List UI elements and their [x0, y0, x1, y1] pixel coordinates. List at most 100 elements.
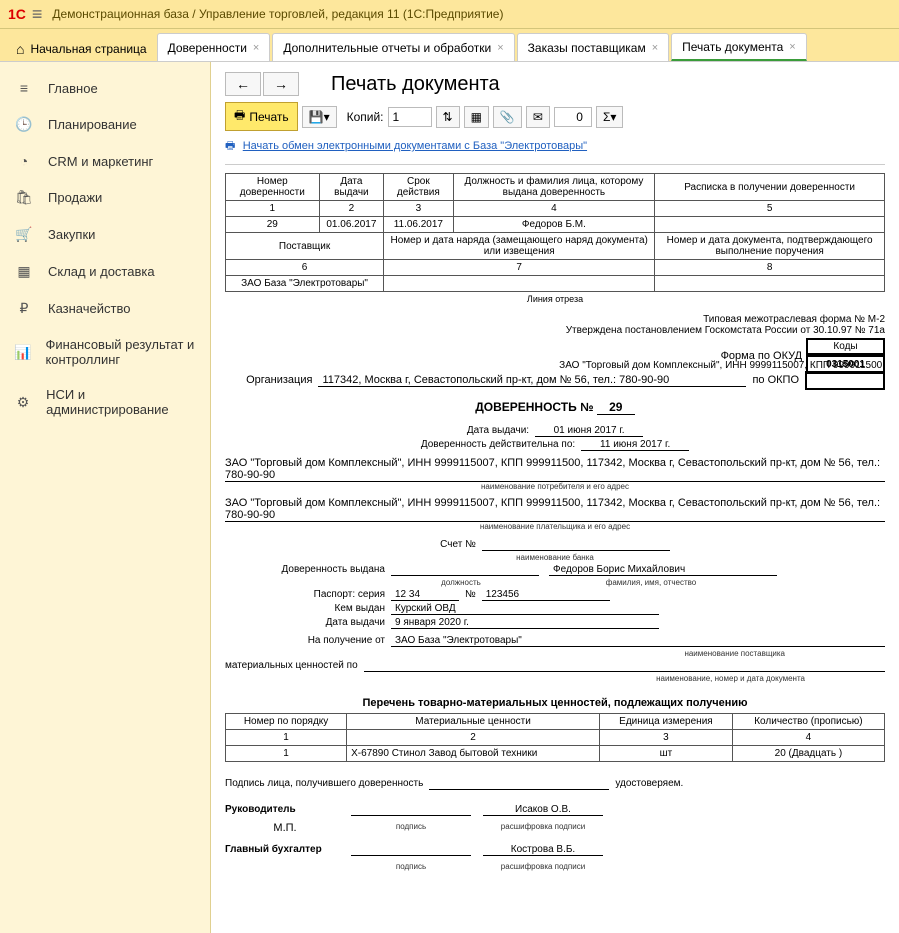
sidebar-icon: ₽ — [14, 300, 34, 317]
items-table: Номер по порядкуМатериальные ценностиЕди… — [225, 713, 885, 762]
org-line1: ЗАО "Торговый дом Комплексный", ИНН 9999… — [559, 360, 885, 371]
print-button[interactable]: 🖶 Печать — [225, 102, 298, 131]
copies-label: Копий: — [347, 110, 384, 124]
consumer-line: ЗАО "Торговый дом Комплексный", ИНН 9999… — [225, 457, 885, 482]
close-icon[interactable]: × — [652, 42, 658, 54]
sidebar-label: Склад и доставка — [48, 264, 155, 279]
tab-label: Печать документа — [682, 40, 783, 54]
exchange-link[interactable]: Начать обмен электронными документами с … — [243, 140, 587, 152]
payer-cap: наименование плательщика и его адрес — [225, 522, 885, 531]
tabbar: ⌂ Начальная страница Доверенности×Дополн… — [0, 29, 899, 62]
acc-label: Главный бухгалтер — [225, 844, 345, 855]
head-name: Исаков О.В. — [483, 804, 603, 816]
main-content: ← → Печать документа 🖶 Печать 💾▾ Копий: … — [211, 62, 899, 933]
nav-forward-button[interactable]: → — [263, 72, 299, 96]
sidebar-label: Казначейство — [48, 301, 130, 316]
hamburger-icon[interactable]: ≡ — [32, 4, 43, 25]
save-button[interactable]: 💾▾ — [302, 106, 337, 128]
issue-label: Дата выдачи: — [467, 425, 529, 436]
attach-button[interactable]: 📎 — [493, 106, 522, 128]
tab-label: Доверенности — [168, 41, 247, 55]
document-preview: Номер доверенностиДата выдачиСрок действ… — [225, 164, 885, 871]
mail-button[interactable]: ✉ — [526, 106, 550, 128]
sidebar-icon: ⚙ — [14, 394, 32, 411]
tab-label: Заказы поставщикам — [528, 41, 646, 55]
print-label: Печать — [249, 110, 288, 124]
sidebar-item[interactable]: ▦ Склад и доставка — [0, 253, 210, 290]
sidebar-item[interactable]: ₽ Казначейство — [0, 290, 210, 327]
mp: М.П. — [225, 822, 345, 834]
sum-display: 0 — [554, 107, 592, 127]
app-logo-icon: 1C — [8, 6, 26, 22]
sidebar-label: НСИ и администрирование — [46, 387, 196, 417]
sidebar-label: Продажи — [48, 190, 102, 205]
close-icon[interactable]: × — [497, 42, 503, 54]
sidebar-icon: ≡ — [14, 80, 34, 96]
sidebar-label: CRM и маркетинг — [48, 154, 153, 169]
person: Федоров Борис Михайлович — [549, 564, 777, 576]
passport-series: 12 34 — [391, 589, 459, 601]
sidebar-icon: 🛒 — [14, 226, 34, 243]
tab[interactable]: Заказы поставщикам × — [517, 33, 669, 61]
mat-label: материальных ценностей по — [225, 660, 358, 671]
issued-label: Доверенность выдана — [225, 564, 385, 575]
payer-line: ЗАО "Торговый дом Комплексный", ИНН 9999… — [225, 497, 885, 522]
stub-table: Номер доверенностиДата выдачиСрок действ… — [225, 173, 885, 292]
position-cap: должность — [391, 578, 531, 587]
nav-back-button[interactable]: ← — [225, 72, 261, 96]
exchange-link-row: 🖶 Начать обмен электронными документами … — [225, 137, 885, 156]
home-icon: ⌂ — [16, 41, 24, 57]
okpo-value — [805, 371, 885, 390]
passport-num-label: № — [465, 589, 476, 600]
sidebar-item[interactable]: 🕒Планирование — [0, 106, 210, 143]
head-label: Руководитель — [225, 804, 345, 815]
supplier-cap: наименование поставщика — [225, 649, 885, 658]
account-label: Счет № — [440, 539, 476, 550]
org-line2: 117342, Москва г, Севастопольский пр-кт,… — [318, 374, 746, 387]
copies-input[interactable] — [388, 107, 432, 127]
sidebar-icon: 🛍 — [14, 189, 34, 206]
tab-label: Дополнительные отчеты и обработки — [283, 41, 491, 55]
sig-label: Подпись лица, получившего доверенность — [225, 778, 423, 789]
sidebar-icon: ▦ — [14, 263, 34, 280]
close-icon[interactable]: × — [789, 41, 795, 53]
valid-label: Доверенность действительна по: — [421, 439, 575, 450]
sidebar-item[interactable]: ≡Главное — [0, 70, 210, 106]
close-icon[interactable]: × — [253, 42, 259, 54]
form-approved: Утверждена постановлением Госкомстата Ро… — [225, 325, 885, 336]
fio-cap: фамилия, имя, отчество — [541, 578, 761, 587]
sidebar-item[interactable]: 🛒 Закупки — [0, 216, 210, 253]
passport-label: Паспорт: серия — [225, 589, 385, 600]
printer-icon: 🖶 — [234, 106, 245, 127]
sidebar-icon: ◔ — [14, 153, 34, 169]
sidebar-item[interactable]: ◔ CRM и маркетинг — [0, 143, 210, 179]
pass-date: 9 января 2020 г. — [391, 617, 659, 629]
sidebar: ≡Главное🕒Планирование ◔ CRM и маркетинг 🛍 Пр… — [0, 62, 211, 933]
tab[interactable]: Доверенности × — [157, 33, 271, 61]
doc-number: 29 — [597, 400, 635, 415]
bank-cap: наименование банка — [225, 553, 885, 562]
items-title: Перечень товарно-материальных ценностей,… — [225, 697, 885, 709]
supplier: ЗАО База "Электротовары" — [391, 635, 885, 647]
tab[interactable]: Дополнительные отчеты и обработки × — [272, 33, 514, 61]
form-type: Типовая межотраслевая форма № М-2 — [225, 314, 885, 325]
sidebar-label: Закупки — [48, 227, 95, 242]
org-label: Организация — [246, 374, 312, 386]
toolbar: 🖶 Печать 💾▾ Копий: ⇅ ▦ 📎 ✉ 0 Σ▾ — [225, 102, 885, 131]
sigma-button[interactable]: Σ▾ — [596, 106, 623, 128]
exchange-icon: 🖶 — [225, 140, 235, 152]
passport-num: 123456 — [482, 589, 610, 601]
cut-line: Линия отреза — [225, 294, 885, 304]
sidebar-icon: 🕒 — [14, 116, 34, 133]
sidebar-item[interactable]: 📊Финансовый результат и контроллинг — [0, 327, 210, 377]
copies-stepper[interactable]: ⇅ — [436, 106, 460, 128]
tab[interactable]: Печать документа × — [671, 33, 807, 61]
sidebar-item[interactable]: ⚙ НСИ и администрирование — [0, 377, 210, 427]
account-value — [482, 539, 670, 551]
grid-button[interactable]: ▦ — [464, 106, 489, 128]
tab-home-label: Начальная страница — [30, 42, 146, 56]
tab-home[interactable]: ⌂ Начальная страница — [6, 37, 157, 61]
sidebar-item[interactable]: 🛍 Продажи — [0, 179, 210, 216]
codes-label: Коды — [806, 338, 885, 355]
issued-by: Курский ОВД — [391, 603, 659, 615]
